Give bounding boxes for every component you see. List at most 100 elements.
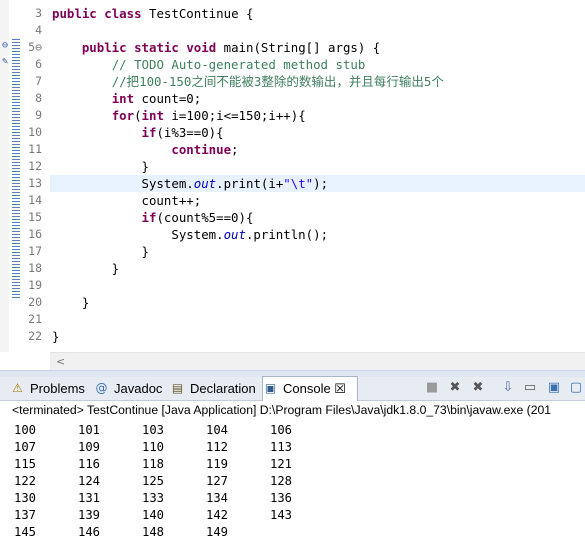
line-number: 15	[28, 210, 42, 224]
problems-icon: ⚠	[12, 381, 23, 395]
view-tab-bar: ⚠ Problems @ Javadoc ▤ Declaration ▣ Console ☒ …	[0, 376, 585, 401]
console-icon: ▣	[264, 381, 277, 395]
console-output[interactable]: 100 101 103 104 106 107 109 110 112 113 115 116 118 1…	[0, 420, 585, 553]
line-number: 17	[28, 244, 42, 258]
pin-console-icon[interactable]: ▣	[546, 380, 562, 396]
code-line[interactable]: int count=0;	[52, 90, 585, 107]
scroll-left-icon[interactable]: <	[56, 355, 65, 368]
console-value: 112	[206, 440, 229, 454]
tab-javadoc[interactable]: @ Javadoc	[94, 377, 166, 400]
overview-ruler: ⊖ ✎	[0, 0, 9, 352]
console-value: 140	[142, 508, 165, 522]
console-value: 134	[206, 491, 229, 505]
code-line[interactable]: if(count%5==0){	[52, 209, 585, 226]
console-value: 113	[270, 440, 293, 454]
javadoc-icon: @	[95, 381, 108, 395]
line-number: 9	[35, 108, 42, 122]
console-value: 130	[14, 491, 37, 505]
code-line[interactable]	[52, 22, 585, 39]
console-value: 142	[206, 508, 229, 522]
horizontal-scrollbar[interactable]: <	[50, 352, 585, 371]
console-value: 136	[270, 491, 293, 505]
console-value: 148	[142, 525, 165, 539]
code-line[interactable]: }	[52, 243, 585, 260]
code-line[interactable]: // TODO Auto-generated method stub	[52, 56, 585, 73]
console-value: 119	[206, 457, 229, 471]
tab-declaration[interactable]: ▤ Declaration	[170, 377, 258, 400]
console-value: 149	[206, 525, 229, 539]
tab-label: Javadoc	[114, 381, 163, 396]
line-number: 3	[35, 6, 42, 20]
console-value: 104	[206, 423, 229, 437]
console-value: 106	[270, 423, 293, 437]
code-line[interactable]: for(int i=100;i<=150;i++){	[52, 107, 585, 124]
console-value: 109	[78, 440, 101, 454]
line-number: 11	[28, 142, 42, 156]
console-value: 128	[270, 474, 293, 488]
line-number: 22	[28, 329, 42, 343]
console-status-line: <terminated> TestContinue [Java Applicat…	[0, 401, 585, 419]
line-number: 7	[35, 74, 42, 88]
console-value: 131	[78, 491, 101, 505]
code-editor[interactable]: ⊖ ✎ 3 4 5⊖ 6 7 8 9 10 11 12 13 14 15 16 17 18 19 20 21 22 p…	[0, 0, 585, 352]
code-line[interactable]: }	[52, 294, 585, 311]
code-line[interactable]: count++;	[52, 192, 585, 209]
line-number: 12	[28, 159, 42, 173]
code-line[interactable]: System.out.print(i+"\t");	[50, 175, 585, 192]
console-value: 118	[142, 457, 165, 471]
code-line[interactable]: if(i%3==0){	[52, 124, 585, 141]
line-number: 18	[28, 261, 42, 275]
remove-launch-icon[interactable]: ✖	[447, 380, 463, 396]
line-number: 16	[28, 227, 42, 241]
quick-diff-bar	[12, 38, 20, 298]
code-line[interactable]	[52, 277, 585, 294]
console-value: 115	[14, 457, 37, 471]
line-number: 6	[35, 57, 42, 71]
line-number: 5⊖	[28, 40, 42, 54]
code-line[interactable]: }	[52, 158, 585, 175]
line-number: 21	[28, 312, 42, 326]
line-number: 4	[35, 23, 42, 37]
line-number: 10	[28, 125, 42, 139]
code-line[interactable]: continue;	[52, 141, 585, 158]
console-value: 101	[78, 423, 101, 437]
code-line[interactable]: public static void main(String[] args) {	[52, 39, 585, 56]
console-value: 100	[14, 423, 37, 437]
code-line[interactable]: }	[52, 260, 585, 277]
console-value: 103	[142, 423, 165, 437]
line-number: 8	[35, 91, 42, 105]
console-value: 143	[270, 508, 293, 522]
fold-marker-icon[interactable]: ⊖	[2, 41, 8, 51]
code-line[interactable]: }	[52, 328, 585, 345]
code-line[interactable]	[52, 311, 585, 328]
line-number: 14	[28, 193, 42, 207]
console-value: 122	[14, 474, 37, 488]
tab-problems[interactable]: ⚠ Problems	[10, 377, 90, 400]
scroll-lock-icon[interactable]: ⇩	[500, 380, 516, 396]
console-value: 146	[78, 525, 101, 539]
terminate-icon[interactable]: ■	[424, 380, 440, 396]
declaration-icon: ▤	[171, 381, 184, 395]
remove-all-icon[interactable]: ✖	[470, 380, 486, 396]
console-value: 125	[142, 474, 165, 488]
task-marker-icon[interactable]: ✎	[2, 57, 8, 67]
console-value: 145	[14, 525, 37, 539]
line-number: 20	[28, 295, 42, 309]
code-line[interactable]: public class TestContinue {	[52, 5, 585, 22]
tab-label: Declaration	[190, 381, 256, 396]
line-number: 13	[28, 176, 42, 190]
code-line[interactable]: //把100-150之间不能被3整除的数输出，并且每行输出5个	[52, 73, 585, 90]
display-console-icon[interactable]: ▢	[568, 380, 584, 396]
tab-label: Console ☒	[283, 381, 346, 396]
console-value: 139	[78, 508, 101, 522]
line-number: 19	[28, 278, 42, 292]
console-value: 124	[78, 474, 101, 488]
console-value: 110	[142, 440, 165, 454]
console-value: 121	[270, 457, 293, 471]
tab-label: Problems	[30, 381, 85, 396]
code-line[interactable]: System.out.println();	[52, 226, 585, 243]
console-value: 137	[14, 508, 37, 522]
console-value: 116	[78, 457, 101, 471]
tab-console[interactable]: ▣ Console ☒	[262, 376, 358, 401]
word-wrap-icon[interactable]: ▭	[522, 380, 538, 396]
